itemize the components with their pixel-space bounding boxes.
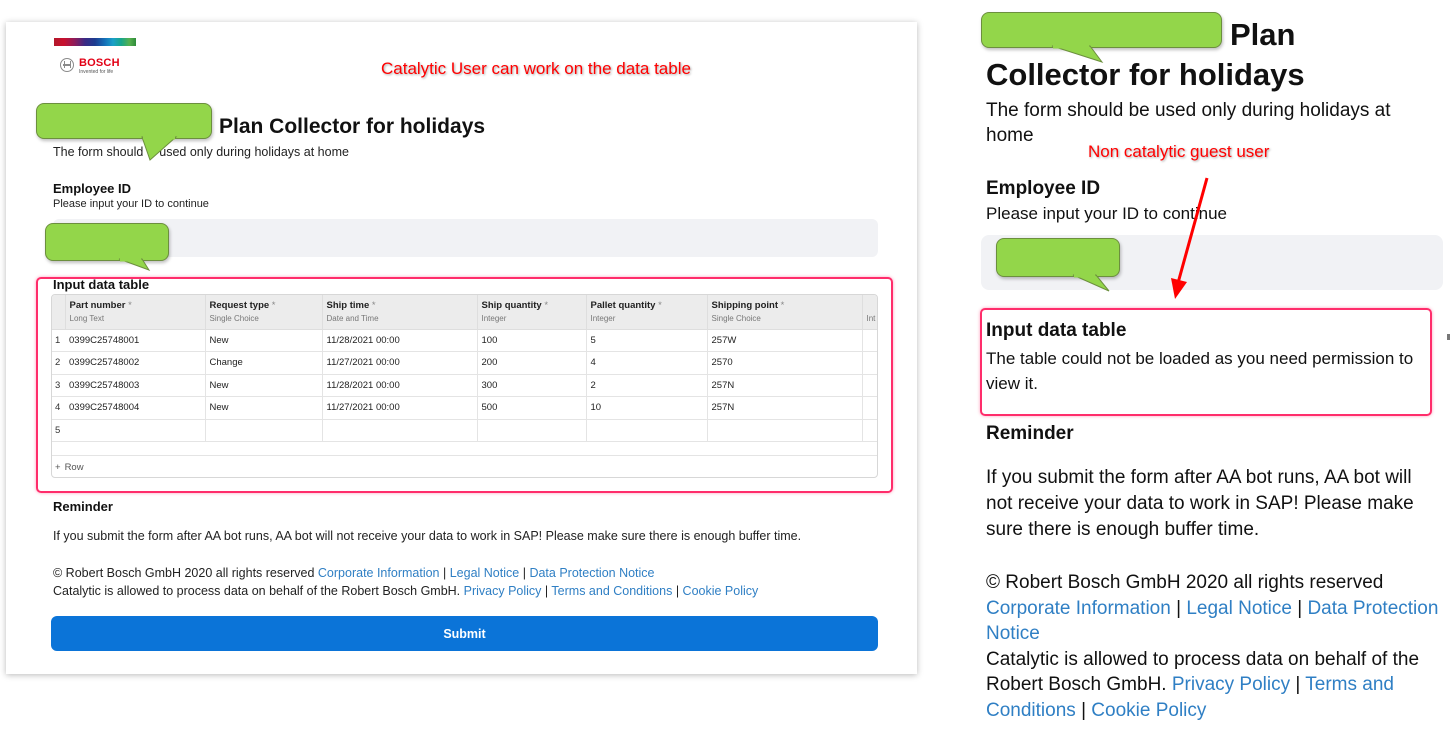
employee-id-help: Please input your ID to continue xyxy=(53,198,209,210)
redaction-bubble xyxy=(981,12,1222,48)
catalytic-text: Catalytic is allowed to process data on … xyxy=(53,584,461,598)
mobile-reminder-text: If you submit the form after AA bot runs… xyxy=(986,467,1414,540)
redaction-bubble-tail xyxy=(1072,274,1110,292)
submit-button[interactable]: Submit xyxy=(51,616,878,651)
redaction-bubble xyxy=(45,223,169,261)
redaction-bubble xyxy=(996,238,1120,277)
terms-and-conditions-link[interactable]: Terms and Conditions xyxy=(551,584,672,598)
data-protection-notice-link[interactable]: Data Protection Notice xyxy=(529,566,654,580)
redaction-bubble-tail xyxy=(118,258,151,271)
guest-user-caption: Non catalytic guest user xyxy=(1088,142,1270,161)
table-highlight-frame xyxy=(36,277,893,493)
employee-id-input[interactable] xyxy=(53,219,878,257)
brand-color-bar xyxy=(54,38,136,46)
privacy-policy-link[interactable]: Privacy Policy xyxy=(464,584,542,598)
corporate-information-link[interactable]: Corporate Information xyxy=(318,566,440,580)
mobile-employee-id-label: Employee ID xyxy=(986,178,1101,199)
mobile-footer: © Robert Bosch GmbH 2020 all rights rese… xyxy=(986,572,1439,721)
mobile-privacy-policy-link[interactable]: Privacy Policy xyxy=(1172,674,1290,695)
mobile-legal-notice-link[interactable]: Legal Notice xyxy=(1186,598,1292,619)
redaction-bubble-tail xyxy=(141,136,178,161)
mobile-cookie-policy-link[interactable]: Cookie Policy xyxy=(1091,700,1206,721)
mobile-reminder-label: Reminder xyxy=(986,423,1074,444)
employee-id-label: Employee ID xyxy=(53,181,132,196)
legal-notice-link[interactable]: Legal Notice xyxy=(450,566,520,580)
permission-highlight-frame xyxy=(980,308,1432,416)
reminder-label: Reminder xyxy=(53,499,113,514)
brand-name: BOSCH xyxy=(79,57,120,69)
catalytic-user-caption: Catalytic User can work on the data tabl… xyxy=(381,59,691,78)
annotation-arrow-icon xyxy=(1171,177,1209,299)
brand-tagline: Invented for life xyxy=(79,69,114,75)
mobile-corporate-information-link[interactable]: Corporate Information xyxy=(986,598,1171,619)
cookie-policy-link[interactable]: Cookie Policy xyxy=(683,584,759,598)
copyright-text: © Robert Bosch GmbH 2020 all rights rese… xyxy=(53,566,315,580)
reminder-text: If you submit the form after AA bot runs… xyxy=(53,529,802,543)
page-title: Plan Collector for holidays xyxy=(219,115,486,138)
redaction-bubble xyxy=(36,103,212,139)
bosch-logo: BOSCH Invented for life xyxy=(60,57,120,76)
redaction-bubble-tail xyxy=(1051,45,1104,63)
mobile-page-subtitle: The form should be used only during holi… xyxy=(986,100,1391,146)
footer: © Robert Bosch GmbH 2020 all rights rese… xyxy=(53,566,759,598)
page-subtitle: The form should e used only during holid… xyxy=(53,145,349,159)
bosch-armature-icon xyxy=(60,58,74,72)
